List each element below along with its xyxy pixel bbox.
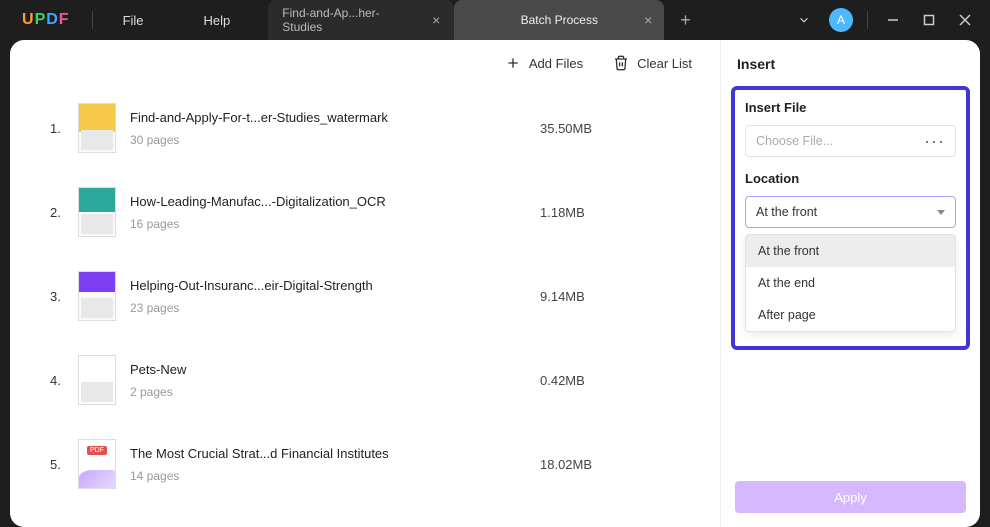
file-name: Helping-Out-Insuranc...eir-Digital-Stren… bbox=[130, 278, 540, 293]
clear-list-button[interactable]: Clear List bbox=[613, 55, 692, 71]
panel-title: Insert bbox=[721, 40, 980, 82]
file-thumbnail bbox=[78, 103, 116, 153]
apply-button[interactable]: Apply bbox=[735, 481, 966, 513]
file-size: 0.42MB bbox=[540, 373, 700, 388]
file-name: Pets-New bbox=[130, 362, 540, 377]
add-files-label: Add Files bbox=[529, 56, 583, 71]
close-icon[interactable]: × bbox=[432, 12, 440, 28]
ellipsis-icon: ··· bbox=[924, 138, 945, 144]
add-files-button[interactable]: Add Files bbox=[505, 55, 583, 71]
chevron-down-icon bbox=[937, 210, 945, 215]
window-maximize-icon[interactable] bbox=[918, 9, 940, 31]
location-select[interactable]: At the front bbox=[745, 196, 956, 228]
row-number: 2. bbox=[50, 205, 78, 220]
clear-list-label: Clear List bbox=[637, 56, 692, 71]
choose-file-button[interactable]: Choose File... ··· bbox=[745, 125, 956, 157]
menu-file[interactable]: File bbox=[93, 13, 174, 28]
file-row[interactable]: 2. How-Leading-Manufac...-Digitalization_… bbox=[50, 170, 700, 254]
file-row[interactable]: 4. Pets-New 2 pages0.42MB bbox=[50, 338, 700, 422]
window-minimize-icon[interactable] bbox=[882, 9, 904, 31]
tab-label: Batch Process bbox=[521, 13, 598, 27]
file-row[interactable]: 5.PDF The Most Crucial Strat...d Financia… bbox=[50, 422, 700, 506]
file-thumbnail bbox=[78, 355, 116, 405]
file-pages: 30 pages bbox=[130, 133, 540, 147]
location-option-after-page[interactable]: After page bbox=[746, 299, 955, 331]
location-label: Location bbox=[745, 171, 956, 186]
file-size: 1.18MB bbox=[540, 205, 700, 220]
trash-icon bbox=[613, 55, 629, 71]
file-name: How-Leading-Manufac...-Digitalization_OC… bbox=[130, 194, 540, 209]
location-option-end[interactable]: At the end bbox=[746, 267, 955, 299]
file-thumbnail bbox=[78, 271, 116, 321]
file-size: 35.50MB bbox=[540, 121, 700, 136]
location-selected-value: At the front bbox=[756, 205, 817, 219]
file-pages: 14 pages bbox=[130, 469, 540, 483]
window-close-icon[interactable] bbox=[954, 9, 976, 31]
tab-batch-process[interactable]: Batch Process × bbox=[454, 0, 664, 40]
file-row[interactable]: 3. Helping-Out-Insuranc...eir-Digital-Str… bbox=[50, 254, 700, 338]
file-pages: 16 pages bbox=[130, 217, 540, 231]
row-number: 3. bbox=[50, 289, 78, 304]
tab-document[interactable]: Find-and-Ap...her-Studies × bbox=[268, 0, 454, 40]
file-thumbnail: PDF bbox=[78, 439, 116, 489]
file-name: Find-and-Apply-For-t...er-Studies_waterm… bbox=[130, 110, 540, 125]
file-pages: 23 pages bbox=[130, 301, 540, 315]
row-number: 1. bbox=[50, 121, 78, 136]
menu-help[interactable]: Help bbox=[174, 13, 261, 28]
app-logo: UPDF bbox=[0, 11, 92, 29]
file-size: 18.02MB bbox=[540, 457, 700, 472]
location-dropdown: At the front At the end After page bbox=[745, 234, 956, 332]
divider bbox=[867, 11, 868, 29]
file-thumbnail bbox=[78, 187, 116, 237]
file-pages: 2 pages bbox=[130, 385, 540, 399]
row-number: 4. bbox=[50, 373, 78, 388]
file-size: 9.14MB bbox=[540, 289, 700, 304]
chevron-down-icon[interactable] bbox=[793, 9, 815, 31]
avatar[interactable]: A bbox=[829, 8, 853, 32]
close-icon[interactable]: × bbox=[644, 12, 652, 28]
file-row[interactable]: 1. Find-and-Apply-For-t...er-Studies_wate… bbox=[50, 86, 700, 170]
tab-label: Find-and-Ap...her-Studies bbox=[282, 6, 416, 34]
insert-settings-panel: Insert File Choose File... ··· Location … bbox=[731, 86, 970, 350]
tab-add-button[interactable]: + bbox=[664, 10, 707, 31]
insert-file-label: Insert File bbox=[745, 100, 956, 115]
location-option-front[interactable]: At the front bbox=[746, 235, 955, 267]
file-name: The Most Crucial Strat...d Financial Ins… bbox=[130, 446, 540, 461]
choose-file-placeholder: Choose File... bbox=[756, 134, 833, 148]
plus-icon bbox=[505, 55, 521, 71]
row-number: 5. bbox=[50, 457, 78, 472]
